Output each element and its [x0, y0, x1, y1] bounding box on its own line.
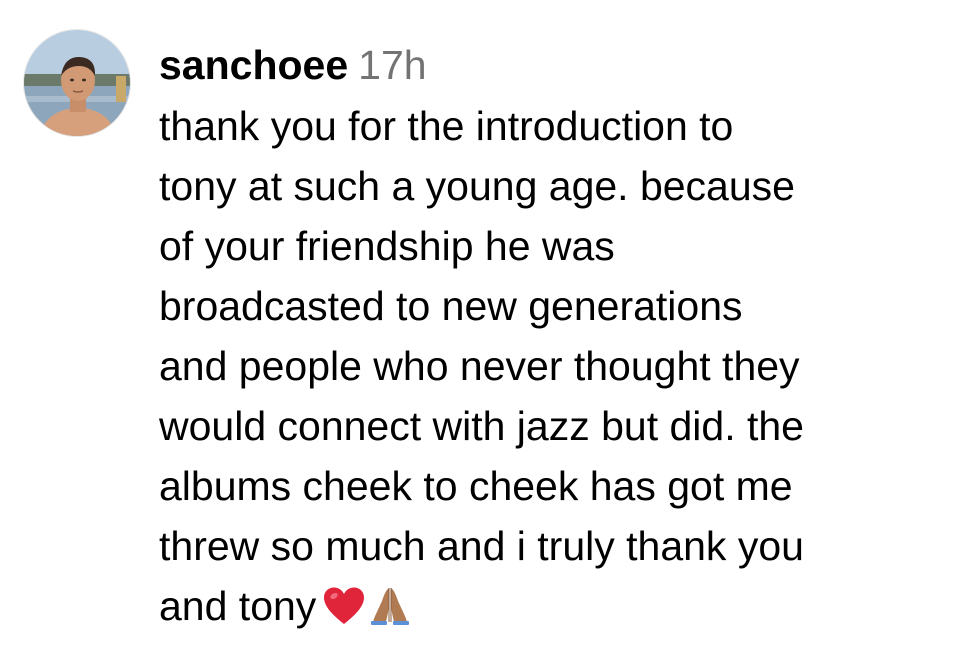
comment-text-line: thank you for the introduction to [159, 103, 734, 149]
comment-text: thank you for the introduction to tony a… [159, 96, 959, 636]
timestamp: 17h [358, 42, 427, 88]
comment-text-line: threw so much and i truly thank you [159, 523, 804, 569]
avatar[interactable] [24, 30, 130, 136]
comment-text-line: tony at such a young age. because [159, 163, 795, 209]
comment-text-line: of your friendship he was [159, 223, 615, 269]
comment-text-line: and tony [159, 583, 317, 629]
comment-content: sanchoee 17h thank you for the introducti… [159, 38, 959, 636]
comment-header: sanchoee 17h [159, 38, 959, 92]
comment-text-line: and people who never thought they [159, 343, 800, 389]
folded-hands-icon [368, 582, 412, 642]
comment-text-line: albums cheek to cheek has got me [159, 463, 793, 509]
comment-text-line: would connect with jazz but did. the [159, 403, 804, 449]
username-link[interactable]: sanchoee [159, 42, 348, 88]
comment: sanchoee 17h thank you for the introducti… [0, 0, 980, 646]
red-heart-icon [322, 582, 366, 642]
comment-text-last-line: and tony [159, 576, 959, 636]
avatar-photo [24, 30, 130, 136]
comment-text-line: broadcasted to new generations [159, 283, 743, 329]
